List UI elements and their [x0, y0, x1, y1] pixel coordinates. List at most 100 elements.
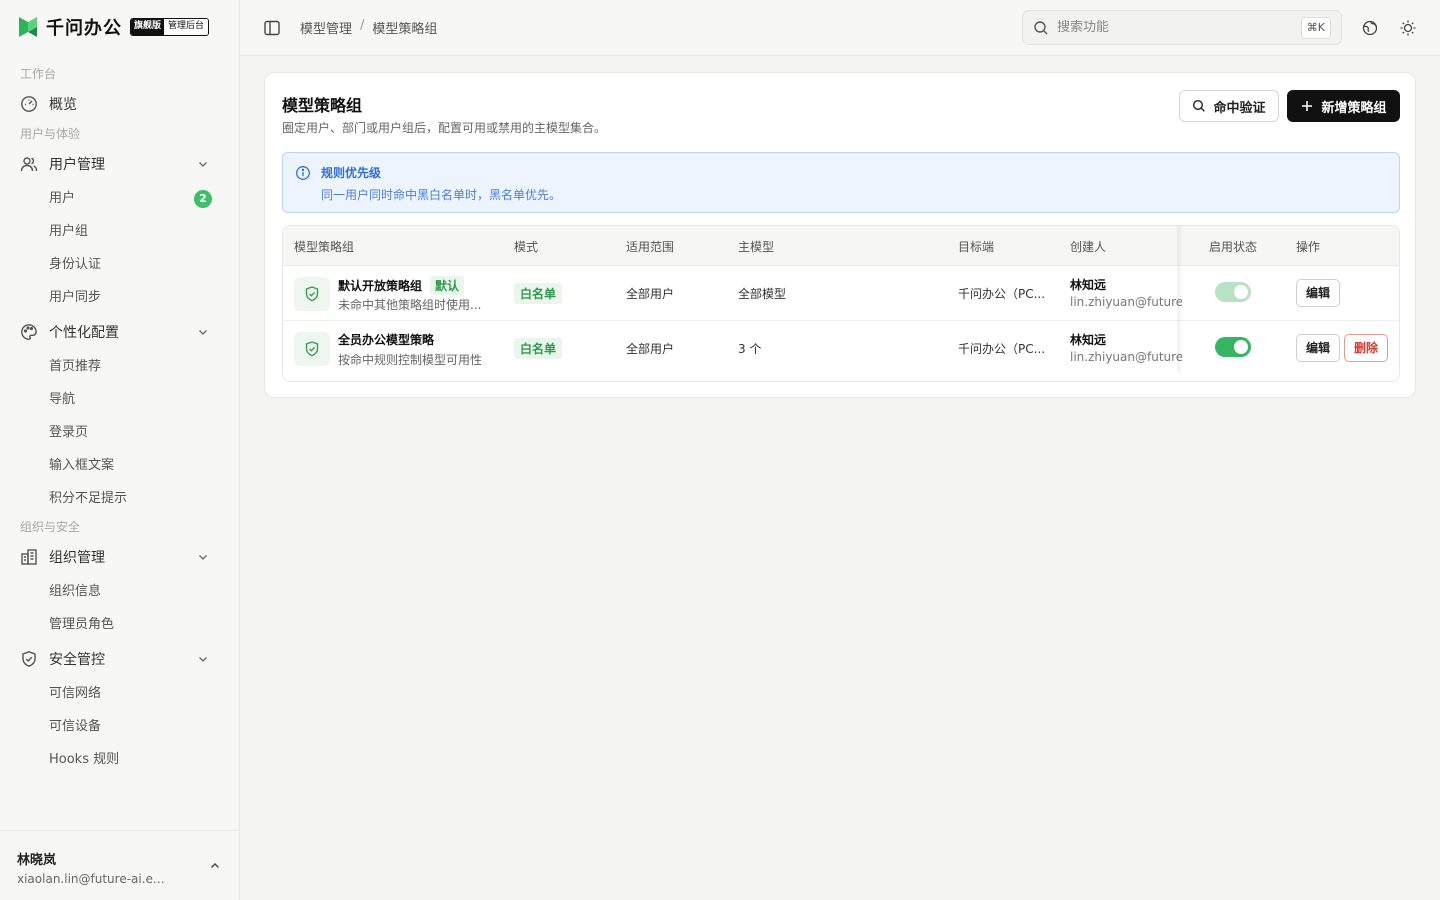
group-name[interactable]: 默认开放策略组 默认: [338, 276, 465, 295]
creator-email: lin.zhiyuan@future-ai: [1070, 295, 1182, 309]
table-row: 全员办公模型策略 按命中规则控制模型可用性 白名单 全部用户 3 个 千问办公（…: [283, 321, 1399, 376]
search-box[interactable]: ⌘K: [1022, 10, 1342, 45]
sidebar-item-label: 用户: [49, 191, 76, 206]
user-profile-menu[interactable]: 林晓岚 xiaolan.lin@future-ai.ex...: [0, 830, 240, 900]
edit-button[interactable]: 编辑: [1296, 279, 1340, 307]
search-shortcut: ⌘K: [1300, 17, 1331, 39]
sidebar-item-authentication[interactable]: 身份认证: [0, 248, 240, 281]
target-cell: 千问办公（PC...: [958, 342, 1046, 356]
add-button-label: 新增策略组: [1321, 100, 1387, 116]
group-description: 未命中其他策略组时使用...: [338, 298, 482, 312]
priority-notice: 规则优先级 同一用户同时命中黑白名单时，黑名单优先。: [282, 152, 1400, 213]
sidebar-item-trusted-device[interactable]: 可信设备: [0, 710, 240, 743]
nav-section-workbench: 工作台: [20, 67, 57, 81]
scope-cell: 全部用户: [626, 342, 675, 356]
sidebar-item-navigation[interactable]: 导航: [0, 383, 240, 416]
sidebar-item-overview[interactable]: 概览: [0, 86, 240, 122]
sidebar-item-user-groups[interactable]: 用户组: [0, 215, 240, 248]
sidebar-item-admin-roles[interactable]: 管理员角色: [0, 608, 240, 641]
search-icon: [1034, 20, 1048, 34]
info-icon: [296, 166, 310, 180]
mode-badge: 白名单: [514, 283, 563, 304]
edition-badge: 旗舰版: [131, 19, 165, 35]
sidebar-group-org-management[interactable]: 组织管理: [0, 539, 240, 575]
sidebar-item-points-alert[interactable]: 积分不足提示: [0, 482, 240, 515]
search-input[interactable]: [1057, 20, 1287, 35]
sidebar-group-personalization[interactable]: 个性化配置: [0, 314, 240, 350]
edit-button[interactable]: 编辑: [1296, 334, 1340, 362]
sun-icon[interactable]: [1398, 18, 1418, 38]
sidebar-group-user-management[interactable]: 用户管理: [0, 146, 240, 182]
sidebar-item-login-page[interactable]: 登录页: [0, 416, 240, 449]
sidebar-item-hooks-rules[interactable]: Hooks 规则: [0, 743, 240, 776]
status-toggle[interactable]: [1215, 337, 1251, 357]
sidebar-item-input-copy[interactable]: 输入框文案: [0, 449, 240, 482]
brand-logo-icon: [19, 17, 37, 37]
palette-icon: [20, 323, 38, 341]
building-icon: [20, 548, 38, 566]
shield-check-icon: [294, 277, 330, 311]
users-icon: [20, 155, 38, 173]
strategy-table: 模型策略组 模式 适用范围 主模型 目标端 创建人 启用状态 操作 默认开放策略…: [282, 225, 1400, 382]
plus-icon: [1302, 101, 1313, 111]
sidebar-item-label: 个性化配置: [49, 325, 119, 341]
table-row: 默认开放策略组 默认 未命中其他策略组时使用... 白名单 全部用户 全部模型 …: [283, 266, 1399, 321]
default-badge: 默认: [430, 276, 465, 295]
sidebar-item-trusted-network[interactable]: 可信网络: [0, 677, 240, 710]
target-cell: 千问办公（PC...: [958, 287, 1046, 301]
sidebar-item-user-sync[interactable]: 用户同步: [0, 281, 240, 314]
nav-section-org-security: 组织与安全: [20, 520, 81, 534]
column-header-status: 启用状态: [1209, 240, 1258, 254]
status-toggle[interactable]: [1215, 282, 1251, 302]
toggle-knob: [1234, 340, 1248, 354]
group-name-text: 默认开放策略组: [338, 279, 423, 293]
column-header-model: 主模型: [738, 240, 775, 254]
group-name[interactable]: 全员办公模型策略: [338, 331, 434, 348]
column-header-creator: 创建人: [1070, 240, 1107, 254]
creator-name: 林知远: [1070, 333, 1107, 347]
verify-button[interactable]: 命中验证: [1179, 90, 1279, 122]
sidebar-toggle-icon[interactable]: [262, 18, 282, 38]
shield-check-icon: [294, 332, 330, 366]
notice-text: 同一用户同时命中黑白名单时，黑名单优先。: [321, 188, 562, 202]
sidebar-item-org-info[interactable]: 组织信息: [0, 575, 240, 608]
notice-title: 规则优先级: [321, 166, 382, 180]
globe-icon[interactable]: [1360, 18, 1380, 38]
chevron-down-icon: [199, 162, 207, 167]
add-strategy-group-button[interactable]: 新增策略组: [1287, 90, 1400, 122]
sidebar-item-label: 安全管控: [49, 652, 105, 668]
shield-icon: [20, 650, 38, 668]
breadcrumb: 模型管理 / 模型策略组: [300, 18, 437, 37]
nav-section-user-experience: 用户与体验: [20, 127, 81, 141]
model-cell: 全部模型: [738, 287, 787, 301]
sidebar: 千问办公 旗舰版 管理后台 工作台 概览 用户与体验 用户管理 用户 2 用户组…: [0, 0, 240, 900]
sticky-column-shadow: [1177, 226, 1183, 373]
breadcrumb-model-management[interactable]: 模型管理: [300, 18, 352, 37]
page-subtitle: 圈定用户、部门或用户组后，配置可用或禁用的主模型集合。: [282, 121, 607, 135]
sidebar-group-security[interactable]: 安全管控: [0, 641, 240, 677]
toggle-knob: [1234, 285, 1248, 299]
page-title: 模型策略组: [282, 96, 363, 115]
sidebar-item-label: 组织管理: [49, 550, 105, 566]
brand[interactable]: 千问办公 旗舰版 管理后台: [16, 12, 210, 42]
sidebar-item-users[interactable]: 用户 2: [0, 182, 240, 215]
user-name: 林晓岚: [17, 853, 57, 868]
delete-button[interactable]: 删除: [1344, 334, 1388, 362]
column-header-mode: 模式: [514, 240, 539, 254]
count-badge: 2: [194, 190, 212, 208]
sidebar-item-label: 用户管理: [49, 157, 105, 173]
mode-badge: 白名单: [514, 338, 563, 359]
chevron-up-icon: [211, 863, 219, 868]
sidebar-item-home-recommend[interactable]: 首页推荐: [0, 350, 240, 383]
creator-name: 林知远: [1070, 278, 1107, 292]
scope-cell: 全部用户: [626, 287, 675, 301]
sidebar-nav: 工作台 概览 用户与体验 用户管理 用户 2 用户组 身份认证 用户同步 个性化…: [0, 62, 240, 776]
user-email: xiaolan.lin@future-ai.ex...: [17, 872, 167, 886]
column-header-target: 目标端: [958, 240, 995, 254]
creator-email: lin.zhiyuan@future-ai: [1070, 350, 1182, 364]
chevron-down-icon: [199, 330, 207, 335]
column-header-scope: 适用范围: [626, 240, 675, 254]
chevron-down-icon: [199, 657, 207, 662]
table-header: 模型策略组 模式 适用范围 主模型 目标端 创建人 启用状态 操作: [283, 226, 1399, 266]
brand-name: 千问办公: [46, 18, 122, 39]
